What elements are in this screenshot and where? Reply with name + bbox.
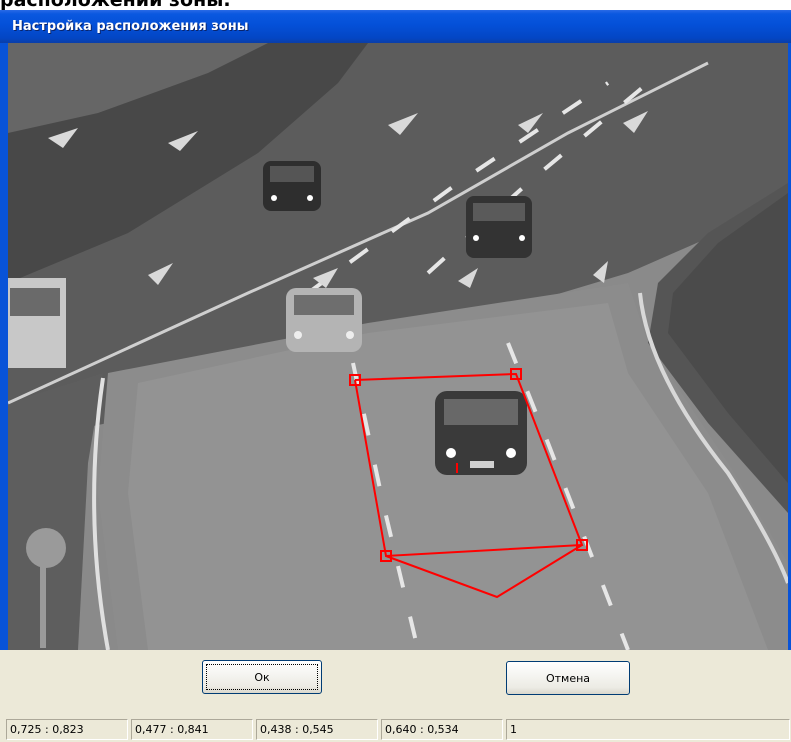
- car-in-zone: [435, 391, 527, 475]
- ok-button[interactable]: Ок: [202, 660, 322, 694]
- cancel-button[interactable]: Отмена: [506, 661, 630, 695]
- camera-video-frame[interactable]: [8, 43, 788, 650]
- window-left-border: [0, 43, 8, 650]
- status-cell-point-1: 0,725 : 0,823: [6, 719, 128, 740]
- title-bar[interactable]: Настройка расположения зоны: [0, 10, 791, 43]
- car-middle-silver: [286, 288, 362, 352]
- zone-setup-window: Настройка расположения зоны Ок Отмена 0,…: [0, 10, 791, 742]
- car-far-right: [466, 196, 532, 258]
- window-title: Настройка расположения зоны: [12, 19, 249, 34]
- cancel-button-label: Отмена: [545, 671, 591, 685]
- ok-button-focus-rect: [206, 664, 318, 690]
- status-cell-zone-count: 1: [506, 719, 790, 740]
- status-cell-point-4: 0,640 : 0,534: [381, 719, 503, 740]
- camera-scene: [8, 43, 788, 650]
- status-bar: 0,725 : 0,823 0,477 : 0,841 0,438 : 0,54…: [0, 717, 791, 741]
- car-far-left: [263, 161, 321, 211]
- status-cell-point-3: 0,438 : 0,545: [256, 719, 378, 740]
- document-heading-fragment: расположении зоны.: [0, 0, 791, 10]
- status-cell-point-2: 0,477 : 0,841: [131, 719, 253, 740]
